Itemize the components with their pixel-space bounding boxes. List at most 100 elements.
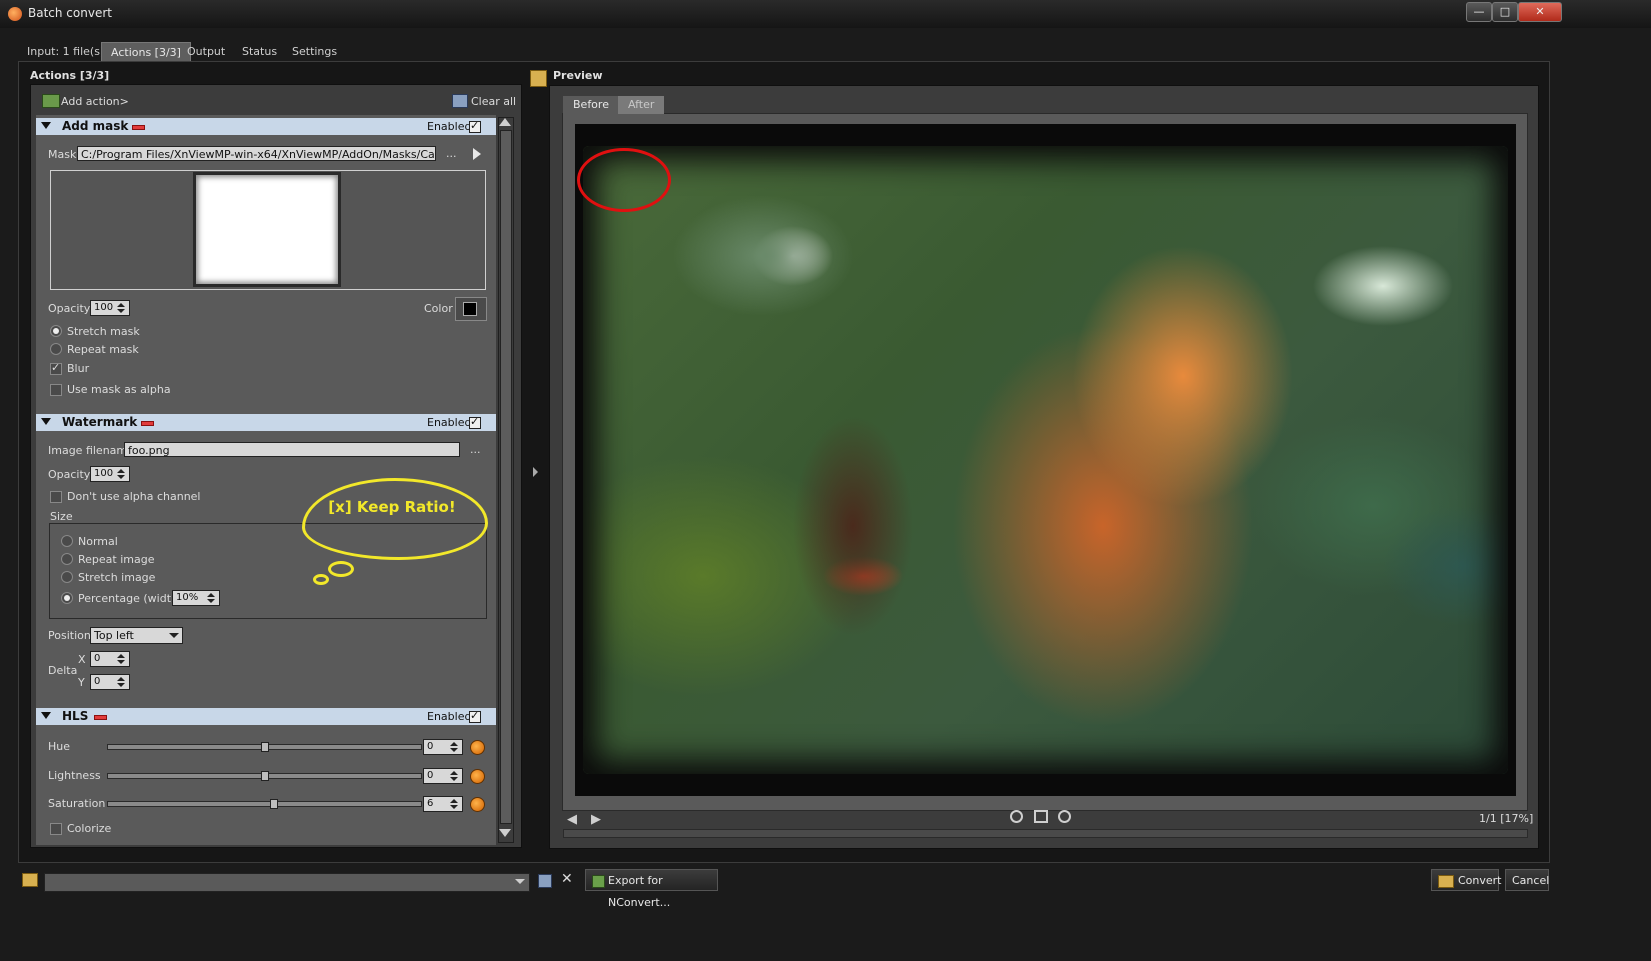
delta-x-stepper[interactable]: 0 bbox=[90, 651, 130, 667]
export-icon bbox=[592, 875, 605, 888]
chevron-down-icon[interactable] bbox=[515, 879, 525, 884]
collapse-arrow-icon[interactable] bbox=[41, 122, 51, 129]
collapse-arrow-icon[interactable] bbox=[41, 418, 51, 425]
scrollbar-thumb[interactable] bbox=[500, 130, 512, 824]
convert-label: Convert bbox=[1458, 874, 1502, 887]
repeat-mask-label: Repeat mask bbox=[67, 343, 139, 356]
image-filename-field[interactable]: foo.png bbox=[124, 442, 460, 457]
play-icon[interactable] bbox=[473, 148, 481, 160]
saturation-slider[interactable] bbox=[107, 801, 422, 807]
hls-header[interactable]: HLS Enabled bbox=[36, 708, 496, 725]
dont-use-alpha-checkbox[interactable] bbox=[50, 491, 62, 503]
minimize-button[interactable]: — bbox=[1466, 2, 1492, 22]
export-label: Export for NConvert... bbox=[608, 874, 671, 909]
tab-after[interactable]: After bbox=[618, 96, 665, 114]
use-mask-as-alpha-checkbox[interactable] bbox=[50, 384, 62, 396]
delete-icon[interactable]: ✕ bbox=[561, 871, 573, 887]
normal-radio[interactable] bbox=[61, 535, 73, 547]
hue-label: Hue bbox=[48, 740, 71, 753]
tab-output[interactable]: Output bbox=[178, 42, 234, 61]
watermark-header[interactable]: Watermark Enabled bbox=[36, 414, 496, 431]
saturation-slider-knob[interactable] bbox=[269, 799, 278, 809]
use-mask-as-alpha-label: Use mask as alpha bbox=[67, 383, 171, 396]
lightness-label: Lightness bbox=[48, 769, 101, 782]
position-label: Position bbox=[48, 629, 91, 642]
image-browse-button[interactable]: ... bbox=[470, 443, 481, 456]
clear-all-button[interactable]: Clear all bbox=[471, 95, 516, 108]
color-label: Color bbox=[424, 302, 453, 315]
x-label: X bbox=[78, 653, 86, 666]
fit-window-icon[interactable] bbox=[1034, 810, 1048, 823]
bubble-tail-large bbox=[328, 561, 354, 577]
tab-settings[interactable]: Settings bbox=[283, 42, 346, 61]
folder-icon[interactable] bbox=[22, 873, 38, 887]
percentage-stepper[interactable]: 10% bbox=[172, 590, 220, 606]
stretch-mask-radio[interactable] bbox=[50, 325, 62, 337]
remove-icon[interactable] bbox=[94, 715, 107, 720]
maximize-button[interactable]: □ bbox=[1492, 2, 1518, 22]
save-icon[interactable] bbox=[538, 874, 552, 888]
add-action-button[interactable]: Add action> bbox=[61, 95, 129, 108]
tab-input[interactable]: Input: 1 file(s) bbox=[18, 42, 113, 61]
saturation-label: Saturation bbox=[48, 797, 106, 810]
repeat-image-radio[interactable] bbox=[61, 553, 73, 565]
opacity-stepper[interactable]: 100 bbox=[90, 300, 130, 316]
enabled-checkbox[interactable] bbox=[469, 119, 481, 133]
hue-slider-knob[interactable] bbox=[260, 742, 269, 752]
next-arrow-icon[interactable]: ▶ bbox=[591, 812, 601, 827]
size-label: Size bbox=[50, 510, 73, 523]
mask-path-field[interactable]: C:/Program Files/XnViewMP-win-x64/XnView… bbox=[77, 146, 436, 161]
colorize-checkbox[interactable] bbox=[50, 823, 62, 835]
actions-title: Actions [3/3] bbox=[30, 69, 110, 82]
cancel-button[interactable]: Cancel bbox=[1505, 869, 1549, 891]
scroll-up-arrow[interactable] bbox=[499, 118, 511, 126]
stretch-image-label: Stretch image bbox=[78, 571, 156, 584]
export-nconvert-button[interactable]: Export for NConvert... bbox=[585, 869, 718, 909]
remove-icon[interactable] bbox=[141, 421, 154, 426]
stretch-image-radio[interactable] bbox=[61, 571, 73, 583]
add-mask-header[interactable]: Add mask Enabled bbox=[36, 118, 496, 135]
close-button[interactable]: ✕ bbox=[1518, 2, 1562, 22]
remove-icon[interactable] bbox=[132, 125, 145, 130]
collapse-arrow-icon[interactable] bbox=[41, 712, 51, 719]
convert-button[interactable]: Convert bbox=[1431, 869, 1502, 891]
stretch-mask-label: Stretch mask bbox=[67, 325, 140, 338]
dont-use-alpha-label: Don't use alpha channel bbox=[67, 490, 201, 503]
repeat-image-label: Repeat image bbox=[78, 553, 155, 566]
hue-reset-icon[interactable] bbox=[470, 740, 485, 755]
enabled-checkbox[interactable] bbox=[469, 709, 481, 723]
zoom-out-icon[interactable] bbox=[1058, 810, 1071, 823]
delta-label: Delta bbox=[48, 664, 78, 677]
lightness-stepper[interactable]: 0 bbox=[423, 768, 463, 784]
tab-status[interactable]: Status bbox=[233, 42, 286, 61]
lightness-reset-icon[interactable] bbox=[470, 769, 485, 784]
repeat-mask-radio[interactable] bbox=[50, 343, 62, 355]
percentage-radio[interactable] bbox=[61, 592, 73, 604]
settings-combo[interactable] bbox=[44, 873, 530, 892]
mask-browse-button[interactable]: ... bbox=[446, 147, 457, 160]
preview-title: Preview bbox=[553, 69, 603, 82]
lightness-slider-knob[interactable] bbox=[260, 771, 269, 781]
window-title: Batch convert bbox=[28, 6, 112, 20]
scroll-down-arrow[interactable] bbox=[499, 829, 511, 837]
image-filename-label: Image filename bbox=[48, 444, 134, 457]
zoom-in-icon[interactable] bbox=[1010, 810, 1023, 823]
delta-y-stepper[interactable]: 0 bbox=[90, 674, 130, 690]
opacity-stepper[interactable]: 100 bbox=[90, 466, 130, 482]
previous-arrow-icon[interactable]: ◀ bbox=[567, 812, 577, 827]
hue-stepper[interactable]: 0 bbox=[423, 739, 463, 755]
chevron-down-icon[interactable] bbox=[169, 633, 179, 638]
enabled-checkbox[interactable] bbox=[469, 415, 481, 429]
splitter-handle[interactable] bbox=[533, 467, 538, 477]
preview-scrollbar[interactable] bbox=[563, 829, 1528, 838]
saturation-stepper[interactable]: 6 bbox=[423, 796, 463, 812]
section-title: Watermark bbox=[62, 415, 138, 429]
clear-all-icon bbox=[452, 94, 468, 108]
blur-label: Blur bbox=[67, 362, 90, 375]
blur-checkbox[interactable] bbox=[50, 361, 62, 375]
saturation-reset-icon[interactable] bbox=[470, 797, 485, 812]
section-title: HLS bbox=[62, 709, 89, 723]
enabled-label: Enabled bbox=[427, 416, 472, 429]
enabled-label: Enabled bbox=[427, 710, 472, 723]
tab-before[interactable]: Before bbox=[563, 96, 619, 114]
